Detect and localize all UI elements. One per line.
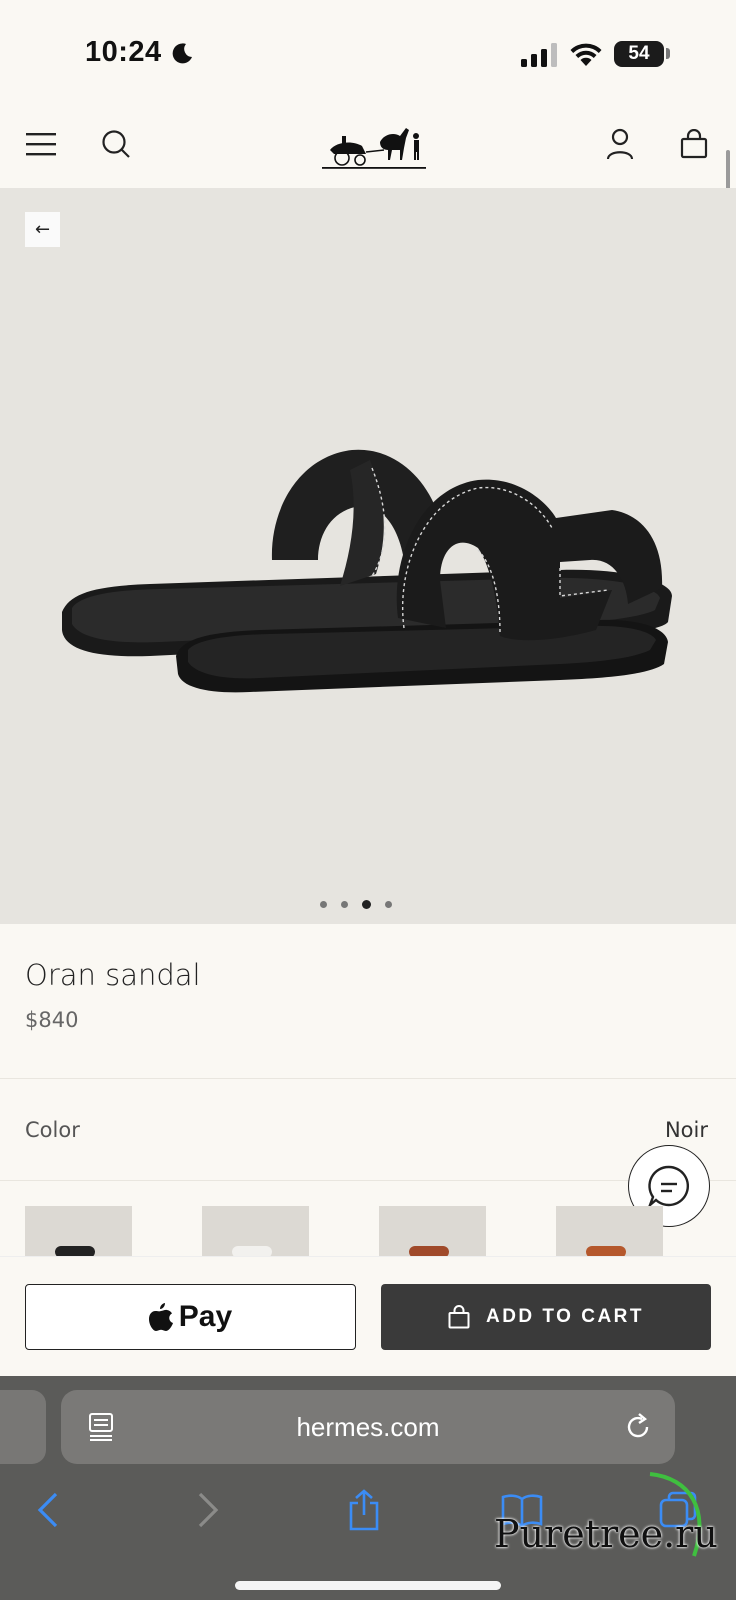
search-icon [102, 130, 130, 158]
apple-logo-icon [148, 1303, 173, 1331]
color-label: Color [25, 1118, 80, 1142]
watermark-text: Puretree.ru [494, 1512, 718, 1556]
pager-dot-active[interactable] [362, 900, 371, 909]
shopping-bag-icon [680, 129, 708, 159]
arrow-left-icon: ← [34, 219, 51, 240]
reader-mode-icon[interactable] [87, 1412, 115, 1442]
browser-forward-button[interactable] [186, 1488, 230, 1532]
share-button[interactable] [342, 1488, 386, 1532]
apple-pay-label: Pay [178, 1300, 233, 1333]
chat-bubble-icon [647, 1165, 689, 1209]
apple-pay-button[interactable]: Pay [25, 1284, 356, 1350]
share-icon [349, 1489, 379, 1531]
search-button[interactable] [94, 122, 138, 166]
section-divider [0, 1078, 736, 1079]
pager-dot[interactable] [320, 901, 327, 908]
battery-indicator: 54 [614, 41, 664, 67]
reload-icon[interactable] [623, 1412, 653, 1442]
color-swatch[interactable] [202, 1206, 309, 1256]
cellular-signal-icon [521, 43, 557, 67]
home-indicator[interactable] [235, 1581, 501, 1590]
section-divider [0, 1180, 736, 1181]
add-to-cart-button[interactable]: ADD TO CART [381, 1284, 711, 1350]
browser-chrome: hermes.com [0, 1376, 736, 1600]
color-swatch[interactable] [379, 1206, 486, 1256]
product-image [62, 449, 672, 693]
menu-button[interactable] [20, 122, 64, 166]
pager-dot[interactable] [385, 901, 392, 908]
carriage-logo[interactable] [322, 114, 426, 174]
previous-tab-preview[interactable] [0, 1390, 46, 1464]
pager-dot[interactable] [341, 901, 348, 908]
color-swatch[interactable] [25, 1206, 132, 1256]
user-icon [606, 128, 634, 160]
shopping-bag-button[interactable] [672, 122, 716, 166]
site-header [0, 100, 736, 188]
browser-back-button[interactable] [26, 1488, 70, 1532]
back-arrow-button[interactable]: ← [25, 212, 60, 247]
address-bar[interactable]: hermes.com [61, 1390, 675, 1464]
account-button[interactable] [598, 122, 642, 166]
moon-icon [172, 43, 192, 64]
status-bar: 10:24 54 [0, 0, 736, 100]
product-name: Oran sandal [25, 958, 201, 992]
product-price: $840 [25, 1008, 79, 1032]
chevron-right-icon [198, 1492, 219, 1528]
color-swatch[interactable] [556, 1206, 663, 1256]
color-value: Noir [664, 1118, 708, 1142]
shopping-bag-icon [448, 1305, 470, 1329]
image-pager-dots[interactable] [320, 900, 392, 909]
purchase-action-bar: Pay ADD TO CART [0, 1256, 736, 1376]
product-image-gallery[interactable]: ← [0, 188, 736, 924]
url-text: hermes.com [296, 1411, 440, 1442]
hamburger-icon [26, 133, 56, 156]
add-to-cart-label: ADD TO CART [485, 1306, 645, 1327]
battery-cap [666, 48, 670, 59]
wifi-icon [570, 43, 602, 66]
chevron-left-icon [37, 1492, 58, 1528]
status-time: 10:24 [85, 36, 162, 68]
color-swatch-list [25, 1206, 725, 1256]
